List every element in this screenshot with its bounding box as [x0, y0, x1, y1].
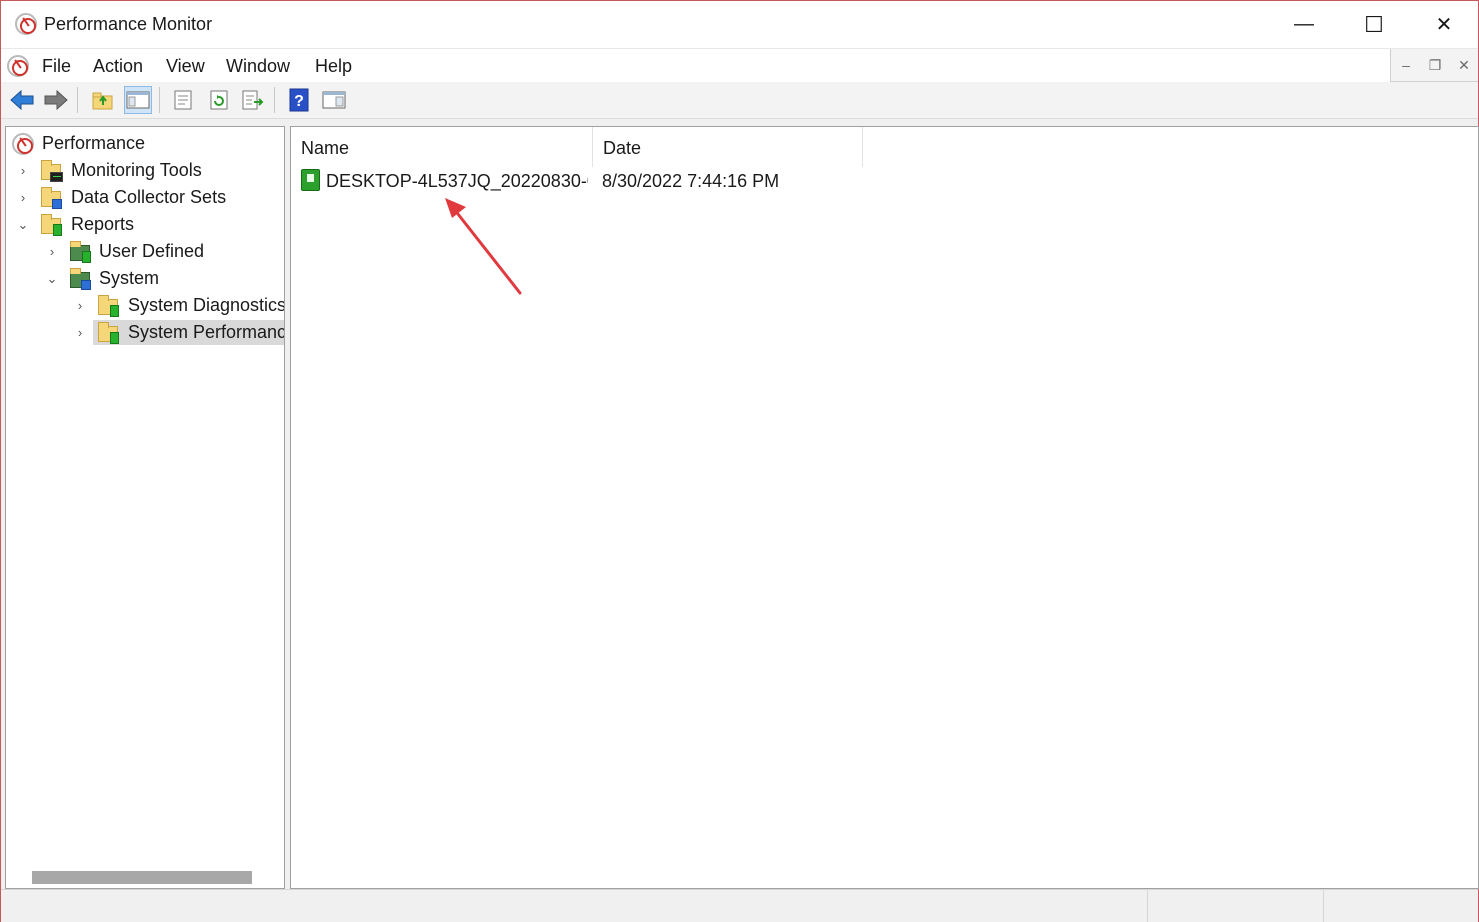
system-menu-icon[interactable]: [7, 55, 29, 77]
monitoring-tools-folder-icon: [39, 159, 63, 183]
report-name: DESKTOP-4L537JQ_20220830-00...: [326, 171, 588, 191]
tree-item-monitoring-tools[interactable]: › Monitoring Tools: [6, 158, 284, 183]
chevron-down-icon[interactable]: ⌄: [16, 217, 30, 232]
refresh-icon: [210, 90, 228, 110]
status-divider: [1147, 890, 1148, 922]
tree-item-reports[interactable]: ⌄ Reports: [6, 212, 284, 237]
performance-icon: [12, 133, 34, 155]
tree-item-system[interactable]: ⌄ System: [6, 266, 284, 291]
maximize-button[interactable]: ☐: [1339, 1, 1409, 48]
properties-icon: [174, 90, 192, 110]
window-title: Performance Monitor: [44, 14, 213, 34]
tree-item-label: System: [99, 268, 160, 288]
toolbar-separator: [274, 87, 275, 113]
mdi-close-button[interactable]: ✕: [1453, 55, 1475, 75]
show-hide-action-pane-icon: [322, 91, 346, 109]
system-performance-folder-icon: [96, 321, 120, 345]
toolbar: ?: [1, 82, 1478, 119]
chevron-down-icon[interactable]: ⌄: [45, 271, 59, 286]
export-list-icon: [242, 90, 264, 110]
tree-horizontal-scrollbar[interactable]: [6, 866, 284, 888]
properties-button[interactable]: [169, 86, 197, 114]
status-divider: [1323, 890, 1324, 922]
forward-icon: [44, 89, 68, 111]
minimize-button[interactable]: —: [1269, 1, 1339, 48]
user-defined-report-icon: [68, 240, 92, 264]
app-window: Performance Monitor — ☐ ✕ File Action Vi…: [0, 0, 1479, 922]
chevron-right-icon[interactable]: ›: [45, 244, 59, 259]
tree-item-label: System Performance: [126, 320, 284, 345]
show-hide-console-tree-button[interactable]: [124, 86, 152, 114]
up-one-level-button[interactable]: [89, 86, 117, 114]
mdi-controls: – ❐ ✕: [1390, 49, 1478, 82]
tree-item-label: Data Collector Sets: [71, 187, 227, 207]
system-diagnostics-folder-icon: [96, 294, 120, 318]
scrollbar-thumb[interactable]: [32, 871, 252, 884]
export-list-button[interactable]: [239, 86, 267, 114]
data-collector-sets-folder-icon: [39, 186, 63, 210]
forward-button[interactable]: [42, 86, 70, 114]
performance-monitor-app-icon[interactable]: [15, 13, 37, 35]
column-header-date[interactable]: Date: [593, 127, 863, 167]
tree-item-system-performance[interactable]: › System Performance: [6, 320, 284, 345]
console-tree[interactable]: Performance › Monitoring Tools › Data Co…: [5, 126, 285, 889]
chevron-right-icon[interactable]: ›: [73, 298, 87, 313]
back-icon: [10, 89, 34, 111]
help-button[interactable]: ?: [285, 86, 313, 114]
tree-item-system-diagnostics[interactable]: › System Diagnostics: [6, 293, 284, 318]
chevron-right-icon[interactable]: ›: [73, 325, 87, 340]
mdi-restore-button[interactable]: ❐: [1424, 55, 1446, 75]
menu-view[interactable]: View: [166, 56, 205, 77]
system-report-icon: [68, 267, 92, 291]
help-icon: ?: [289, 88, 309, 112]
column-header-name[interactable]: Name: [291, 127, 593, 167]
menu-bar: File Action View Window Help – ❐ ✕: [1, 48, 1478, 82]
tree-item-label: Monitoring Tools: [71, 160, 202, 180]
tree-item-label: Reports: [71, 214, 135, 234]
menu-action[interactable]: Action: [93, 56, 143, 77]
mdi-minimize-button[interactable]: –: [1395, 55, 1417, 75]
title-bar[interactable]: Performance Monitor — ☐ ✕: [1, 1, 1478, 48]
show-hide-tree-icon: [126, 91, 150, 109]
reports-folder-icon: [39, 213, 63, 237]
menu-window[interactable]: Window: [226, 56, 290, 77]
show-hide-action-pane-button[interactable]: [320, 86, 348, 114]
tree-item-user-defined[interactable]: › User Defined: [6, 239, 284, 264]
chevron-right-icon[interactable]: ›: [16, 190, 30, 205]
up-folder-icon: [92, 92, 113, 110]
tree-item-label: User Defined: [99, 241, 205, 261]
refresh-button[interactable]: [205, 86, 233, 114]
back-button[interactable]: [8, 86, 36, 114]
report-list[interactable]: Name Date DESKTOP-4L537JQ_20220830-00...…: [290, 126, 1479, 889]
toolbar-separator: [159, 87, 160, 113]
menu-help[interactable]: Help: [315, 56, 352, 77]
report-file-icon: [301, 169, 320, 191]
svg-text:?: ?: [294, 93, 304, 110]
close-button[interactable]: ✕: [1409, 1, 1479, 48]
list-item[interactable]: DESKTOP-4L537JQ_20220830-00... 8/30/2022…: [291, 167, 991, 195]
tree-item-label: System Diagnostics: [128, 295, 285, 315]
tree-item-performance[interactable]: Performance: [6, 131, 284, 156]
report-date: 8/30/2022 7:44:16 PM: [602, 171, 780, 191]
chevron-right-icon[interactable]: ›: [16, 163, 30, 178]
tree-item-data-collector-sets[interactable]: › Data Collector Sets: [6, 185, 284, 210]
menu-file[interactable]: File: [42, 56, 71, 77]
toolbar-separator: [77, 87, 78, 113]
status-bar: [1, 889, 1478, 922]
tree-item-label: Performance: [42, 133, 146, 153]
